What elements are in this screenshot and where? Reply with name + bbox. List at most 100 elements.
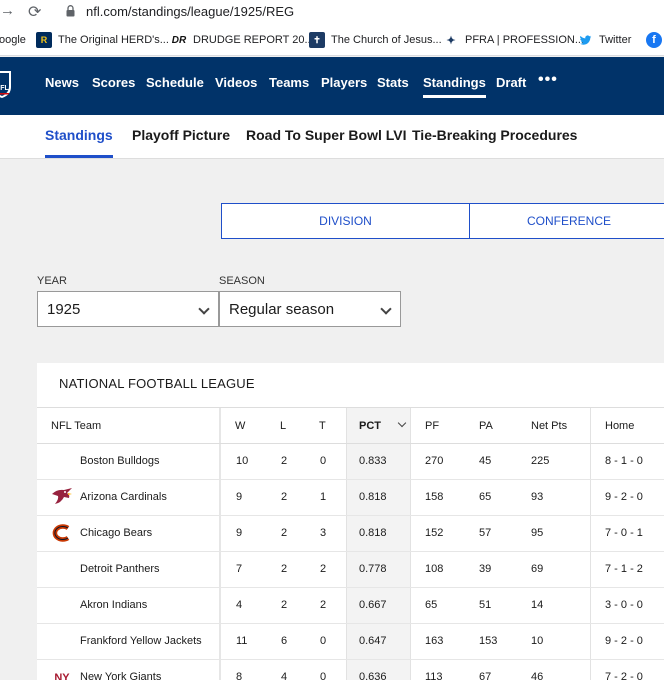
cell-w: 8 [236,671,243,680]
bookmark-label: DRUDGE REPORT 20... [193,34,314,46]
cell-pf: 163 [425,635,444,647]
cell-l: 6 [281,635,288,647]
cell-home: 7 - 1 - 2 [605,563,643,575]
cell-pct: 0.818 [359,527,387,539]
twitter-icon [579,34,592,45]
cell-home: 3 - 0 - 0 [605,599,643,611]
standings-subnav: Standings Playoff Picture Road To Super … [0,115,664,159]
nav-scores[interactable]: Scores [92,75,135,90]
subnav-standings[interactable]: Standings [45,127,113,158]
bookmark-pfra[interactable]: ✦ PFRA | PROFESSION... [443,24,584,56]
bookmark-google[interactable]: oogle [0,24,26,56]
year-label: YEAR [37,275,67,287]
header-pct[interactable]: PCT [359,420,381,432]
cell-t: 2 [320,599,327,611]
cell-pf: 113 [425,671,443,680]
nav-players[interactable]: Players [321,75,367,90]
bookmark-church[interactable]: ✝ The Church of Jesus... [309,24,442,56]
cell-t: 1 [320,491,327,503]
table-row[interactable]: Frankford Yellow Jackets 11 6 0 0.647 16… [37,624,664,660]
more-menu-button[interactable]: ••• [538,71,558,89]
cell-home: 9 - 2 - 0 [605,635,643,647]
cell-l: 2 [281,599,288,611]
team-name[interactable]: Detroit Panthers [80,563,159,575]
subnav-tie-breaking[interactable]: Tie-Breaking Procedures [412,127,577,143]
standings-table: NATIONAL FOOTBALL LEAGUE NFL Team W L T … [37,363,664,680]
bookmark-label: oogle [0,34,26,46]
nfl-shield-logo[interactable]: NFL [0,69,12,99]
header-w[interactable]: W [235,420,245,432]
header-home[interactable]: Home [605,420,634,432]
cell-w: 7 [236,563,243,575]
header-nfl-team[interactable]: NFL Team [51,420,101,432]
team-name[interactable]: Frankford Yellow Jackets [80,635,202,647]
table-row[interactable]: Detroit Panthers 7 2 2 0.778 108 39 69 7… [37,552,664,588]
team-name[interactable]: Boston Bulldogs [80,455,160,467]
bookmark-label: PFRA | PROFESSION... [465,34,584,46]
cell-pf: 108 [425,563,444,575]
table-row[interactable]: Boston Bulldogs 10 2 0 0.833 270 45 225 … [37,444,664,480]
facebook-icon: f [646,32,662,48]
season-value: Regular season [229,300,335,318]
address-field[interactable]: nfl.com/standings/league/1925/REG [86,4,294,19]
header-pa[interactable]: PA [479,420,493,432]
chevron-down-icon [198,303,210,315]
forward-arrow-icon[interactable]: → [0,2,15,19]
bookmark-twitter[interactable]: Twitter [578,24,631,56]
year-select[interactable]: 1925 [37,291,219,327]
cell-net-pts: 69 [531,563,544,575]
cell-pa: 39 [479,563,492,575]
cardinals-logo-icon [52,488,72,504]
cell-pa: 51 [479,599,492,611]
table-row[interactable]: NY New York Giants 8 4 0 0.636 113 67 46… [37,660,664,680]
team-name[interactable]: Chicago Bears [80,527,152,539]
header-l[interactable]: L [280,420,286,432]
bookmark-herd[interactable]: R The Original HERD's... [36,24,169,56]
cell-pf: 152 [425,527,444,539]
table-row[interactable]: Chicago Bears 9 2 3 0.818 152 57 95 7 - … [37,516,664,552]
cell-pa: 67 [479,671,492,680]
cell-t: 0 [320,455,327,467]
team-name[interactable]: New York Giants [80,671,161,680]
giants-logo-icon: NY [54,672,70,680]
cell-w: 4 [236,599,243,611]
year-value: 1925 [47,300,81,318]
cell-home: 7 - 2 - 0 [605,671,643,680]
cell-pct: 0.647 [359,635,387,647]
nav-teams[interactable]: Teams [269,75,309,90]
nav-standings[interactable]: Standings [423,75,486,98]
nav-stats[interactable]: Stats [377,75,409,90]
svg-text:NY: NY [54,672,70,680]
division-tab[interactable]: DIVISION [221,203,470,239]
nav-videos[interactable]: Videos [215,75,257,90]
cell-pa: 153 [479,635,498,647]
cell-l: 2 [281,563,288,575]
table-row[interactable]: Akron Indians 4 2 2 0.667 65 51 14 3 - 0… [37,588,664,624]
nav-draft[interactable]: Draft [496,75,526,90]
bookmark-drudge[interactable]: DR DRUDGE REPORT 20... [171,24,314,56]
cell-home: 9 - 2 - 0 [605,491,643,503]
subnav-playoff-picture[interactable]: Playoff Picture [132,127,230,143]
conference-tab[interactable]: CONFERENCE [469,203,664,239]
team-name[interactable]: Arizona Cardinals [80,491,167,503]
table-row[interactable]: Arizona Cardinals 9 2 1 0.818 158 65 93 … [37,480,664,516]
subnav-road-to-super-bowl[interactable]: Road To Super Bowl LVI [246,127,406,143]
cell-l: 2 [281,491,288,503]
table-header-row: NFL Team W L T PCT PF PA Net Pts Home [37,407,664,444]
bookmark-facebook[interactable]: f [646,24,664,56]
reload-icon[interactable]: ⟳ [28,2,41,22]
cell-w: 9 [236,491,243,503]
nav-news[interactable]: News [45,75,79,90]
cell-net-pts: 225 [531,455,550,467]
team-name[interactable]: Akron Indians [80,599,147,611]
svg-text:NFL: NFL [0,85,10,92]
header-pf[interactable]: PF [425,420,439,432]
cell-t: 2 [320,563,327,575]
header-net-pts[interactable]: Net Pts [531,420,567,432]
header-t[interactable]: T [319,420,326,432]
season-select[interactable]: Regular season [219,291,401,327]
season-label: SEASON [219,275,265,287]
cell-l: 2 [281,527,288,539]
cell-pct: 0.818 [359,491,387,503]
nav-schedule[interactable]: Schedule [146,75,204,90]
